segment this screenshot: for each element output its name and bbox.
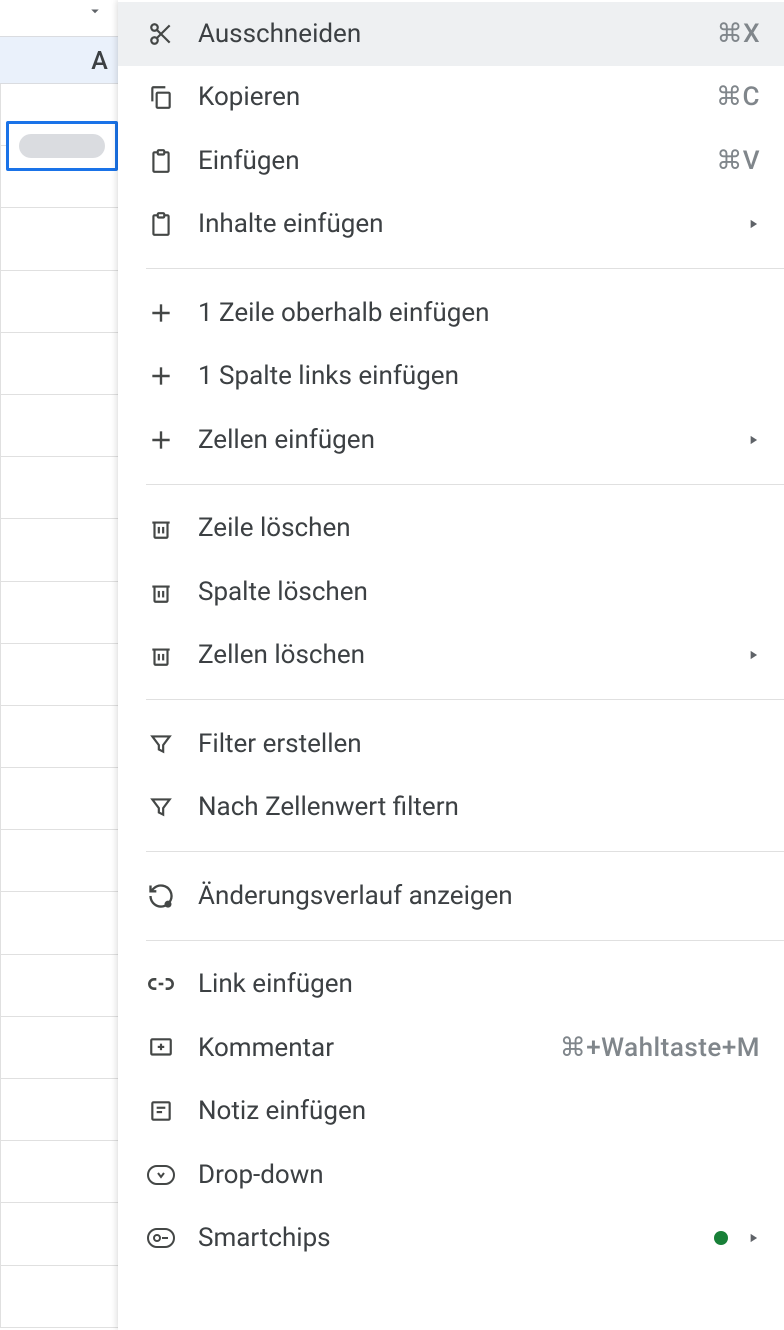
cell-loading-placeholder [19,134,105,158]
menu-item-label: 1 Spalte links einfügen [198,361,760,391]
menu-item-insert-col-left[interactable]: 1 Spalte links einfügen [118,345,784,409]
note-icon [146,1096,176,1126]
menu-item-create-filter[interactable]: Filter erstellen [118,712,784,776]
paste-special-icon [146,209,176,239]
dropdown-chip-icon [146,1160,176,1190]
menu-item-comment[interactable]: Kommentar ⌘+Wahltaste+M [118,1016,784,1080]
submenu-arrow-icon [746,1231,760,1245]
filter-icon [146,792,176,822]
row-cell[interactable] [0,271,118,333]
menu-item-label: Zellen einfügen [198,425,738,455]
menu-item-label: Einfügen [198,146,716,176]
row-cell[interactable] [0,1203,118,1265]
menu-item-insert-row-above[interactable]: 1 Zeile oberhalb einfügen [118,281,784,345]
menu-divider [146,484,784,485]
plus-icon [146,425,176,455]
row-cell[interactable] [0,1141,118,1203]
filter-icon [146,729,176,759]
row-cell[interactable] [0,644,118,706]
row-cell[interactable] [0,457,118,519]
copy-icon [146,82,176,112]
menu-shortcut: ⌘+Wahltaste+M [560,1033,760,1063]
menu-item-show-edit-history[interactable]: Änderungsverlauf anzeigen [118,864,784,928]
menu-item-label: Zellen löschen [198,640,738,670]
submenu-arrow-icon [746,648,760,662]
menu-divider [146,851,784,852]
smartchips-icon [146,1223,176,1253]
context-menu: Ausschneiden ⌘X Kopieren ⌘C Einfügen ⌘V … [118,0,784,1330]
row-grid [0,84,118,1330]
menu-item-paste-special[interactable]: Inhalte einfügen [118,193,784,257]
menu-divider [146,268,784,269]
menu-item-filter-by-value[interactable]: Nach Zellenwert filtern [118,776,784,840]
comment-icon [146,1033,176,1063]
paste-icon [146,146,176,176]
column-dropdown-icon[interactable] [86,2,104,20]
menu-divider [146,940,784,941]
column-header-row: A [0,36,118,84]
menu-item-label: Inhalte einfügen [198,209,738,239]
menu-item-insert-link[interactable]: Link einfügen [118,953,784,1017]
row-cell[interactable] [0,768,118,830]
row-cell[interactable] [0,706,118,768]
submenu-arrow-icon [746,217,760,231]
trash-icon [146,577,176,607]
menu-item-delete-col[interactable]: Spalte löschen [118,560,784,624]
menu-item-label: Link einfügen [198,969,760,999]
menu-item-label: Kommentar [198,1033,560,1063]
menu-item-delete-cells[interactable]: Zellen löschen [118,624,784,688]
active-cell-selection[interactable] [6,121,118,171]
row-cell[interactable] [0,519,118,581]
menu-item-insert-cells[interactable]: Zellen einfügen [118,408,784,472]
menu-item-label: Nach Zellenwert filtern [198,792,760,822]
menu-item-delete-row[interactable]: Zeile löschen [118,497,784,561]
plus-icon [146,298,176,328]
menu-shortcut: ⌘V [716,146,760,176]
trash-icon [146,640,176,670]
column-header-a[interactable]: A [8,37,118,85]
menu-shortcut: ⌘X [717,19,760,49]
menu-item-cut[interactable]: Ausschneiden ⌘X [118,2,784,66]
row-cell[interactable] [0,1017,118,1079]
row-cell[interactable] [0,333,118,395]
row-cell[interactable] [0,1079,118,1141]
row-cell[interactable] [0,892,118,954]
menu-item-label: Ausschneiden [198,19,717,49]
menu-item-label: Zeile löschen [198,513,760,543]
menu-item-label: Spalte löschen [198,577,760,607]
menu-divider [146,699,784,700]
spreadsheet-background: A [0,0,118,1330]
row-cell[interactable] [0,395,118,457]
row-cell[interactable] [0,208,118,270]
menu-item-dropdown[interactable]: Drop-down [118,1143,784,1207]
menu-item-label: Filter erstellen [198,729,760,759]
trash-icon [146,513,176,543]
menu-item-insert-note[interactable]: Notiz einfügen [118,1080,784,1144]
menu-item-label: Notiz einfügen [198,1096,760,1126]
submenu-arrow-icon [746,433,760,447]
row-cell[interactable] [0,582,118,644]
menu-item-label: Drop-down [198,1160,760,1190]
menu-item-label: 1 Zeile oberhalb einfügen [198,298,760,328]
menu-item-label: Kopieren [198,82,716,112]
menu-item-label: Smartchips [198,1223,714,1253]
menu-item-paste[interactable]: Einfügen ⌘V [118,129,784,193]
new-feature-dot [714,1231,728,1245]
menu-item-smartchips[interactable]: Smartchips [118,1207,784,1271]
link-icon [146,969,176,999]
menu-item-copy[interactable]: Kopieren ⌘C [118,66,784,130]
row-cell[interactable] [0,1266,118,1328]
row-cell[interactable] [0,830,118,892]
row-cell[interactable] [0,955,118,1017]
menu-shortcut: ⌘C [716,82,760,112]
history-icon [146,881,176,911]
cut-icon [146,19,176,49]
menu-item-label: Änderungsverlauf anzeigen [198,881,760,911]
plus-icon [146,361,176,391]
